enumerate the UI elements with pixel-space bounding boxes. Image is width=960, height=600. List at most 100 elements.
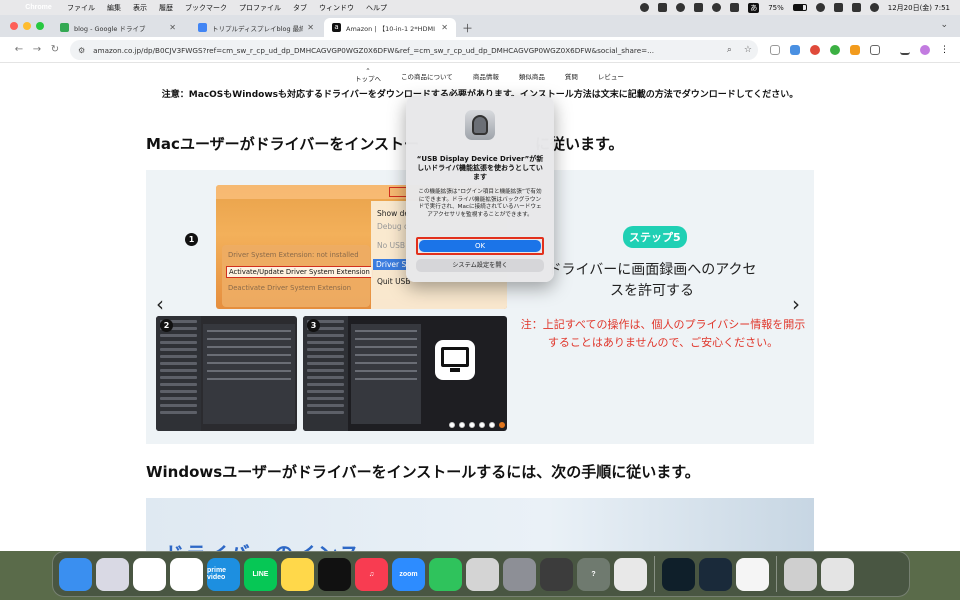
menubar-item-view[interactable]: 表示 — [133, 3, 147, 13]
carousel-dot[interactable] — [449, 422, 455, 428]
line-icon[interactable]: LINE — [244, 557, 277, 591]
banner-title: ドライバーのインス — [164, 538, 361, 551]
tab-google-docs[interactable]: トリプルディスプレイblog 最終 ✕ — [190, 18, 322, 37]
carousel-prev-icon[interactable]: ‹ — [156, 292, 164, 316]
minimize-window-icon[interactable] — [23, 22, 31, 30]
quicktime-icon[interactable] — [699, 557, 732, 591]
subnav-similar[interactable]: 類似商品 — [519, 67, 545, 83]
carousel-next-icon[interactable]: › — [792, 292, 800, 316]
menubar-clock[interactable]: 12月20日(金) 7:51 — [888, 3, 950, 13]
status-icon[interactable] — [712, 3, 722, 12]
step-number-badge: 2 — [160, 319, 173, 332]
extension-icon[interactable] — [810, 45, 820, 55]
control-center-icon[interactable] — [851, 3, 861, 12]
tab-amazon[interactable]: a Amazon | 【10-in-1 2*HDMI ハ ✕ — [324, 18, 456, 37]
extensions-puzzle-icon[interactable] — [870, 45, 880, 55]
prime-video-icon[interactable]: prime video — [207, 557, 240, 591]
download-icon[interactable] — [900, 45, 910, 55]
menubar-item-help[interactable]: ヘルプ — [366, 3, 387, 13]
siri-icon[interactable] — [869, 3, 879, 12]
site-info-icon[interactable]: ⚙ — [78, 46, 85, 55]
menubar-item-bookmarks[interactable]: ブックマーク — [185, 3, 227, 13]
calculator-icon[interactable] — [540, 557, 573, 591]
menubar-item-edit[interactable]: 編集 — [107, 3, 121, 13]
bookmark-star-icon[interactable]: ☆ — [744, 45, 752, 55]
zoom-icon[interactable]: zoom — [392, 557, 425, 591]
ok-button[interactable]: OK — [419, 240, 541, 252]
unknown-app-icon[interactable]: ? — [577, 557, 610, 591]
forward-icon[interactable]: → — [28, 44, 46, 55]
open-system-settings-button[interactable]: システム設定を開く — [416, 259, 544, 272]
status-icon[interactable] — [640, 3, 650, 12]
profile-avatar[interactable] — [920, 45, 930, 55]
product-subnav: ⌃ トップへ この商品について 商品情報 類似商品 質問 レビュー — [355, 67, 624, 83]
carousel-dot[interactable] — [479, 422, 485, 428]
finder-icon[interactable] — [59, 557, 92, 591]
extension-icon[interactable] — [830, 45, 840, 55]
menubar-item-history[interactable]: 履歴 — [159, 3, 173, 13]
menubar-item-profile[interactable]: プロファイル — [239, 3, 281, 13]
subnav-reviews[interactable]: レビュー — [598, 67, 624, 83]
macos-menubar: Chrome ファイル 編集 表示 履歴 ブックマーク プロファイル タブ ウィ… — [0, 0, 960, 15]
status-icon[interactable] — [676, 3, 686, 12]
chrome-icon[interactable] — [133, 557, 166, 591]
tab-search-icon[interactable]: ⌄ — [940, 20, 948, 30]
back-icon[interactable]: ← — [10, 44, 28, 55]
zoom-window-icon[interactable] — [36, 22, 44, 30]
subnav-questions[interactable]: 質問 — [565, 67, 578, 83]
tab-google-drive[interactable]: blog - Google ドライブ ✕ — [52, 18, 184, 37]
menu-kebab-icon[interactable]: ⋮ — [940, 45, 950, 55]
display-driver-icon[interactable] — [784, 557, 817, 591]
carousel-dot[interactable] — [489, 422, 495, 428]
subnav-product-info[interactable]: 商品情報 — [473, 67, 499, 83]
address-bar[interactable]: ⚙ amazon.co.jp/dp/B0CJV3FWGS?ref=cm_sw_r… — [70, 40, 758, 60]
menubar-item-file[interactable]: ファイル — [67, 3, 95, 13]
extension-icon[interactable] — [850, 45, 860, 55]
carousel-dot[interactable] — [459, 422, 465, 428]
mouse-utility-icon[interactable] — [466, 557, 499, 591]
new-tab-icon[interactable]: ＋ — [462, 20, 473, 36]
carousel-dot-active[interactable] — [499, 422, 505, 428]
facetime-icon[interactable] — [429, 557, 462, 591]
launchpad-icon[interactable] — [96, 557, 129, 591]
extension-icon[interactable] — [770, 45, 780, 55]
clock-icon[interactable] — [318, 557, 351, 591]
menubar-item-tab[interactable]: タブ — [293, 3, 307, 13]
wifi-icon[interactable] — [815, 3, 825, 12]
menubar-item-window[interactable]: ウィンドウ — [319, 3, 354, 13]
iphone-mirroring-icon[interactable] — [614, 557, 647, 591]
status-icon[interactable] — [694, 3, 704, 12]
back-to-top-link[interactable]: ⌃ トップへ — [355, 67, 381, 83]
back-to-top-label: トップへ — [355, 75, 381, 83]
subnav-about[interactable]: この商品について — [401, 67, 453, 83]
carousel-dot[interactable] — [469, 422, 475, 428]
close-icon[interactable]: ✕ — [169, 23, 176, 32]
music-icon[interactable]: ♫ — [355, 557, 388, 591]
1password-icon[interactable] — [736, 557, 769, 591]
amazon-icon: a — [332, 23, 341, 32]
system-settings-icon[interactable] — [503, 557, 536, 591]
close-icon[interactable]: ✕ — [307, 23, 314, 32]
url-text[interactable]: amazon.co.jp/dp/B0CJV3FWGS?ref=cm_sw_r_c… — [93, 46, 721, 55]
search-icon[interactable] — [833, 3, 843, 12]
trash-icon[interactable] — [821, 557, 854, 591]
reload-icon[interactable]: ↻ — [46, 44, 64, 55]
zoom-lens-icon[interactable]: ⌕ — [727, 45, 732, 55]
close-icon[interactable]: ✕ — [441, 23, 448, 32]
tab-title: blog - Google ドライブ — [74, 24, 146, 33]
battery-percent[interactable]: 75% — [768, 4, 784, 12]
privacy-note: 注：上記すべての操作は、個人のプライバシー情報を開示することはありませんので、ご… — [520, 318, 806, 349]
input-source-indicator[interactable]: あ — [748, 2, 760, 13]
notes-icon[interactable] — [281, 557, 314, 591]
status-icon[interactable] — [658, 3, 668, 12]
filmora-icon[interactable] — [662, 557, 695, 591]
status-icon[interactable] — [730, 3, 740, 12]
close-window-icon[interactable] — [10, 22, 18, 30]
battery-icon[interactable] — [792, 4, 807, 11]
photos-icon[interactable] — [170, 557, 203, 591]
settings-sidebar-image — [156, 316, 201, 431]
extension-icon[interactable] — [790, 45, 800, 55]
docs-icon — [198, 23, 207, 32]
dialog-title: “USB Display Device Driver”が新しいドライバ機能拡張を… — [416, 155, 544, 181]
settings-panel-image — [203, 324, 295, 424]
